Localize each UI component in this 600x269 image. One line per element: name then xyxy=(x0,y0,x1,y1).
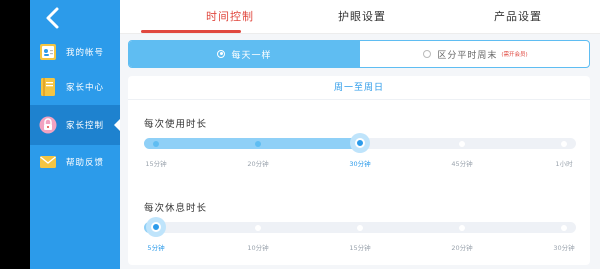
chevron-left-icon xyxy=(46,7,59,29)
slider-step-dot[interactable] xyxy=(153,140,159,147)
tab-time-control[interactable]: 时间控制 xyxy=(180,0,280,34)
slider-step-dot[interactable] xyxy=(561,224,567,231)
slider-tick-label: 45分钟 xyxy=(451,160,473,168)
slider-step-dot[interactable] xyxy=(459,140,465,147)
sidebar-item-label: 我的帐号 xyxy=(66,48,105,58)
envelope-icon xyxy=(39,152,57,172)
active-tab-underline xyxy=(141,30,241,33)
slider-tick-label: 1小时 xyxy=(555,160,573,168)
slider-step-dot[interactable] xyxy=(255,224,261,231)
tab-product-settings[interactable]: 产品设置 xyxy=(468,0,568,34)
notebook-icon xyxy=(39,77,57,97)
slider-tick-label: 15分钟 xyxy=(145,160,167,168)
slider-tick-label: 10分钟 xyxy=(247,244,269,252)
slider-thumb[interactable] xyxy=(146,217,166,237)
slider-tick-label: 20分钟 xyxy=(451,244,473,252)
radio-selected-icon xyxy=(217,50,226,58)
slider-tick-label: 30分钟 xyxy=(553,244,575,252)
slider-step-dot[interactable] xyxy=(255,140,261,147)
time-settings-card: 周一至周日 每次使用时长 每次休息时长 15分钟 20分钟 30分钟 45分钟 1小时 5… xyxy=(128,76,590,265)
tab-eye-care[interactable]: 护眼设置 xyxy=(312,0,412,34)
card-header: 周一至周日 xyxy=(128,76,590,100)
mode-option-label: 区分平时周末 xyxy=(437,50,498,61)
mode-option-label: 每天一样 xyxy=(231,50,272,61)
sidebar-item-account[interactable]: 我的帐号 xyxy=(30,32,120,72)
mode-segmented-control: 每天一样 区分平时周末 (需开会员) xyxy=(128,40,590,68)
slider-thumb[interactable] xyxy=(350,133,370,153)
sidebar-item-help[interactable]: 帮助反馈 xyxy=(30,142,120,182)
lock-icon xyxy=(39,115,57,135)
slider-step-dot[interactable] xyxy=(357,224,363,231)
top-tab-bar: 时间控制 护眼设置 产品设置 xyxy=(120,0,600,34)
slider-step-dot[interactable] xyxy=(561,140,567,147)
sidebar-item-parental-control[interactable]: 家长控制 xyxy=(30,105,120,145)
slider-tick-label: 30分钟 xyxy=(349,160,371,168)
sidebar: 我的帐号 家长中心 家长控制 帮助反馈 xyxy=(30,0,120,269)
rest-duration-title: 每次休息时长 xyxy=(144,203,208,214)
usage-duration-title: 每次使用时长 xyxy=(144,119,208,130)
sidebar-item-label: 家长中心 xyxy=(66,83,105,93)
mode-option-split[interactable]: 区分平时周末 (需开会员) xyxy=(360,41,589,67)
left-edge-bar xyxy=(0,0,30,269)
slider-tick-label: 20分钟 xyxy=(247,160,269,168)
usage-duration-slider[interactable] xyxy=(144,133,576,153)
back-button[interactable] xyxy=(40,4,68,32)
rest-duration-slider[interactable] xyxy=(144,217,576,237)
slider-step-dot[interactable] xyxy=(459,224,465,231)
sidebar-item-label: 帮助反馈 xyxy=(66,158,105,168)
account-card-icon xyxy=(39,42,57,62)
mode-option-everyday[interactable]: 每天一样 xyxy=(129,41,360,67)
radio-unselected-icon xyxy=(423,50,432,58)
vip-note: (需开会员) xyxy=(501,52,528,58)
sidebar-item-parent-center[interactable]: 家长中心 xyxy=(30,67,120,107)
sidebar-item-label: 家长控制 xyxy=(66,121,105,131)
slider-tick-label: 15分钟 xyxy=(349,244,371,252)
slider-tick-label: 5分钟 xyxy=(147,244,165,252)
